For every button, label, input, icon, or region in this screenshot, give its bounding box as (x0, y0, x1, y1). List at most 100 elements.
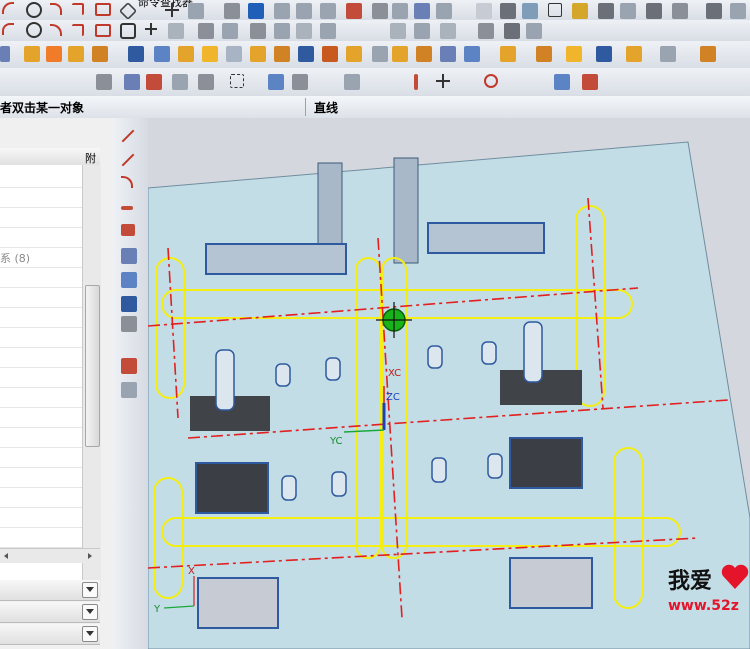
mirror-curve-icon[interactable] (121, 248, 137, 264)
curve-intersect-icon[interactable] (440, 23, 456, 39)
split-body-icon[interactable] (500, 46, 516, 62)
sketch-constraint-icon[interactable] (198, 23, 214, 39)
snap-quadrant-icon[interactable] (484, 74, 498, 88)
trim-curve-icon[interactable] (121, 358, 137, 374)
boss-icon[interactable] (128, 46, 144, 62)
undo-icon[interactable] (2, 23, 14, 35)
extrude-icon[interactable] (24, 46, 40, 62)
navigator-row[interactable] (0, 187, 82, 208)
revolve-icon[interactable] (46, 46, 62, 62)
slot-icon[interactable] (202, 46, 218, 62)
navigator-row[interactable] (0, 387, 82, 408)
offset-face-icon[interactable] (596, 46, 612, 62)
feature-settings-icon[interactable] (526, 23, 542, 39)
curve-divide-icon[interactable] (296, 23, 312, 39)
snap-grid-icon[interactable] (344, 74, 360, 90)
project-curve-icon[interactable] (121, 296, 137, 312)
pattern-icon[interactable] (346, 46, 362, 62)
select-body-icon[interactable] (268, 74, 284, 90)
feature-edit-icon[interactable] (504, 23, 520, 39)
trim-icon[interactable] (224, 3, 240, 19)
quick-trim-icon[interactable] (145, 23, 157, 35)
navigator-row[interactable] (0, 487, 82, 508)
sweep-icon[interactable] (68, 46, 84, 62)
curve-join-icon[interactable] (274, 23, 290, 39)
delete-face-icon[interactable] (700, 46, 716, 62)
wave-icon[interactable] (598, 3, 614, 19)
frame-icon[interactable] (548, 3, 562, 17)
navigator-row[interactable] (0, 507, 82, 528)
select-component-icon[interactable] (292, 74, 308, 90)
scroll-right-icon[interactable] (88, 553, 92, 559)
navigator-row[interactable]: 系 (8) (0, 247, 82, 268)
navigator-vertical-scrollbar[interactable] (82, 165, 101, 597)
curve-arc-icon[interactable] (2, 2, 14, 14)
thicken-icon[interactable] (566, 46, 582, 62)
copy-icon[interactable] (414, 3, 430, 19)
make-corner-icon[interactable] (168, 23, 184, 39)
sketch-mirror-icon[interactable] (320, 3, 336, 19)
navigator-scroll-thumb[interactable] (85, 285, 100, 447)
rect-tool-icon[interactable] (95, 24, 111, 37)
move-face-icon[interactable] (660, 46, 676, 62)
measure-icon[interactable] (646, 3, 662, 19)
feature-group-icon[interactable] (478, 23, 494, 39)
navigator-horizontal-scrollbar[interactable] (0, 548, 100, 563)
chevron-down-icon[interactable] (82, 582, 98, 598)
navigator-row[interactable] (0, 407, 82, 428)
extend-icon[interactable] (248, 3, 264, 19)
layer-icon[interactable] (372, 3, 388, 19)
offset-curve-icon[interactable] (121, 224, 135, 236)
preview-panel-header[interactable] (0, 624, 100, 645)
draft-icon[interactable] (322, 46, 338, 62)
snap-bounded-icon[interactable] (554, 74, 570, 90)
fillet-icon[interactable] (50, 3, 62, 15)
chevron-down-icon[interactable] (82, 604, 98, 620)
mirror-feature-icon[interactable] (372, 46, 388, 62)
offset-icon[interactable] (188, 3, 204, 19)
move-icon[interactable] (392, 3, 408, 19)
snap-intersection-icon[interactable] (436, 74, 450, 88)
graphics-window[interactable]: XC ZC YC X Y (148, 118, 750, 649)
blend-icon[interactable] (250, 46, 266, 62)
navigator-row[interactable] (0, 207, 82, 228)
polygon-icon[interactable] (118, 1, 138, 21)
sketch-edit-icon[interactable] (222, 23, 238, 39)
filter-feature-icon[interactable] (124, 74, 140, 90)
help-icon[interactable] (730, 3, 746, 19)
studio-spline-icon[interactable] (121, 206, 133, 210)
render-icon[interactable] (500, 3, 516, 19)
align-icon[interactable] (436, 3, 452, 19)
snap-control-point-icon[interactable] (414, 74, 418, 90)
grid-icon[interactable] (346, 3, 362, 19)
navigator-row[interactable] (0, 427, 82, 448)
pad-icon[interactable] (178, 46, 194, 62)
circle-icon[interactable] (26, 2, 42, 18)
chevron-down-icon[interactable] (82, 626, 98, 642)
curve-trim-icon[interactable] (250, 23, 266, 39)
navigator-row[interactable] (0, 267, 82, 288)
navigator-row[interactable] (0, 467, 82, 488)
intersect-icon[interactable] (440, 46, 456, 62)
view-icon[interactable] (476, 3, 492, 19)
trim-body-icon[interactable] (464, 46, 480, 62)
navigator-row[interactable] (0, 367, 82, 388)
circle-tool-icon[interactable] (26, 22, 42, 38)
navigator-row[interactable] (0, 447, 82, 468)
navigator-row[interactable] (0, 167, 82, 188)
analysis-icon[interactable] (672, 3, 688, 19)
point-icon[interactable] (165, 3, 179, 17)
dimension-icon[interactable] (296, 3, 312, 19)
scroll-left-icon[interactable] (4, 553, 8, 559)
arc-icon[interactable] (121, 176, 133, 188)
assembly-icon[interactable] (572, 3, 588, 19)
hole-icon[interactable] (92, 46, 108, 62)
groove-icon[interactable] (226, 46, 242, 62)
navigator-row[interactable] (0, 327, 82, 348)
replace-face-icon[interactable] (626, 46, 642, 62)
rectangle-icon[interactable] (95, 3, 111, 16)
rectangle-select-icon[interactable] (230, 74, 244, 88)
corner-tool-icon[interactable] (72, 24, 84, 36)
line-icon[interactable] (121, 152, 137, 168)
filter-type-icon[interactable] (146, 74, 162, 90)
